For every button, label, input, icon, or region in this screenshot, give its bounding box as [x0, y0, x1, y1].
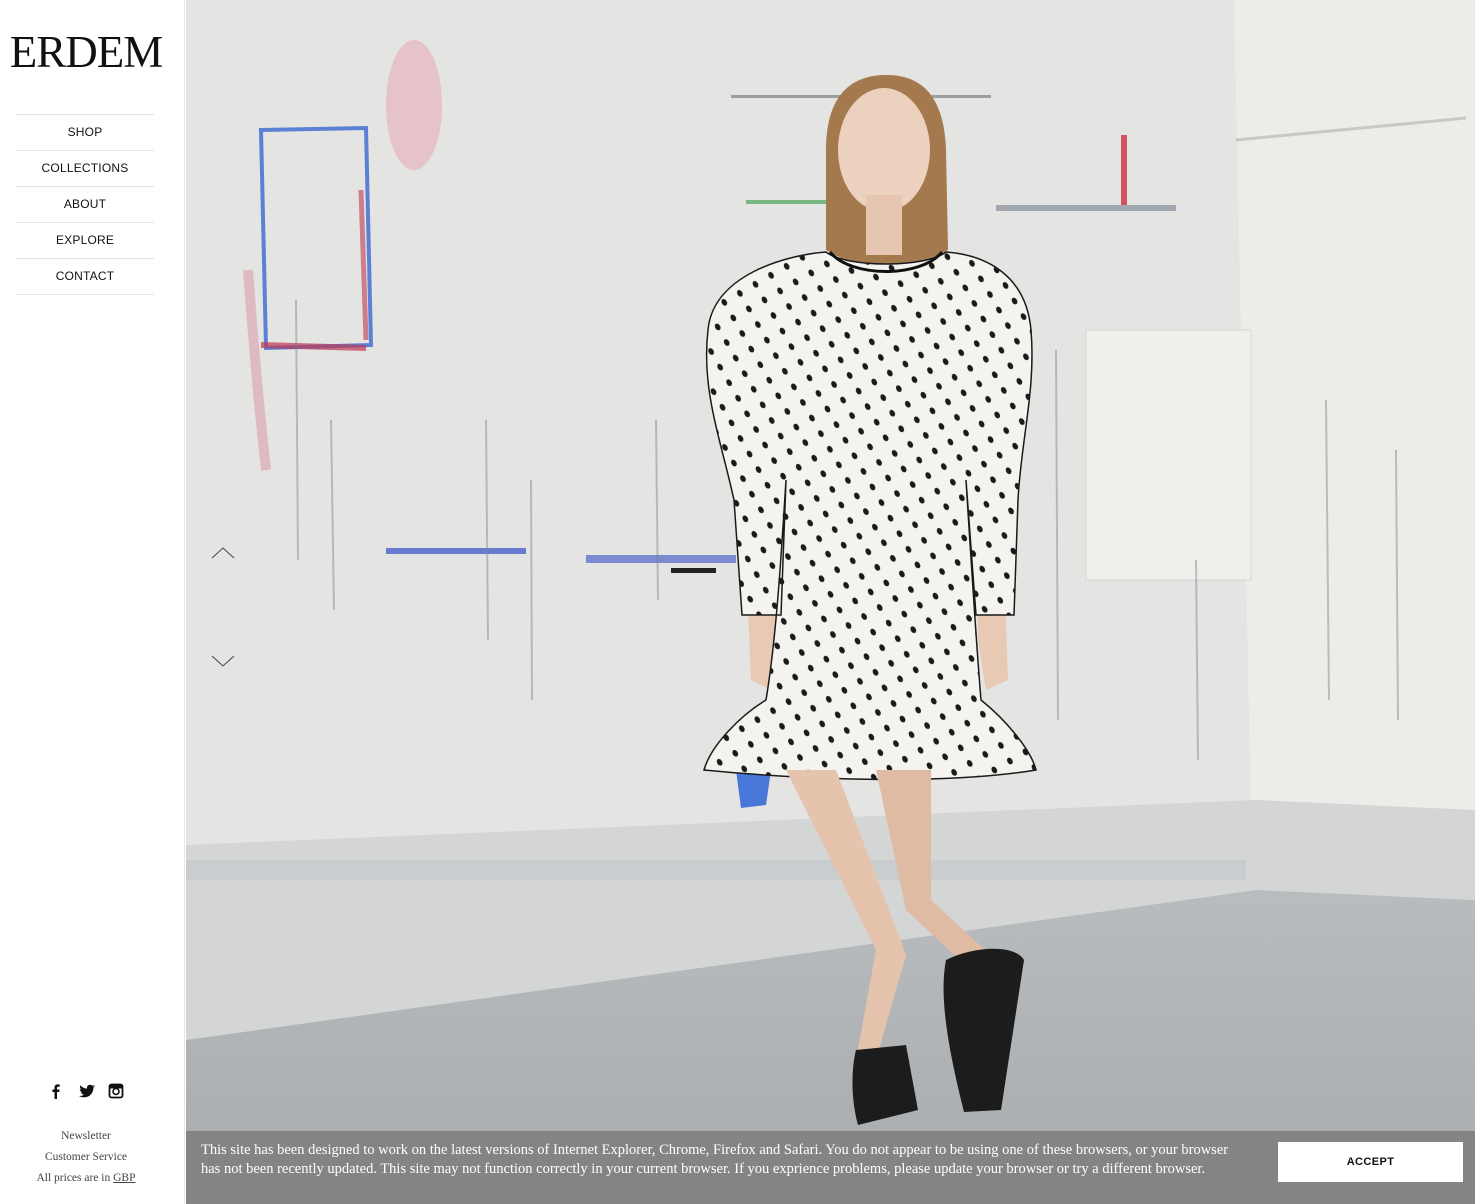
- chevron-down-icon[interactable]: [211, 654, 235, 668]
- nav-item-explore[interactable]: EXPLORE: [16, 223, 154, 259]
- nav-item-about[interactable]: ABOUT: [16, 187, 154, 223]
- hero-photo: [186, 0, 1475, 1204]
- accept-button[interactable]: ACCEPT: [1278, 1142, 1463, 1182]
- main-nav: SHOP COLLECTIONS ABOUT EXPLORE CONTACT: [16, 114, 154, 295]
- sidebar: ERDEM SHOP COLLECTIONS ABOUT EXPLORE CON…: [0, 0, 185, 1204]
- nav-item-collections[interactable]: COLLECTIONS: [16, 151, 154, 187]
- footer-links: Newsletter Customer Service All prices a…: [0, 1126, 172, 1189]
- newsletter-link[interactable]: Newsletter: [0, 1126, 172, 1147]
- currency-note: All prices are in GBP: [0, 1168, 172, 1189]
- twitter-icon[interactable]: [78, 1082, 95, 1100]
- chevron-up-icon[interactable]: [211, 546, 235, 560]
- facebook-icon[interactable]: [48, 1082, 64, 1100]
- nav-item-shop[interactable]: SHOP: [16, 115, 154, 151]
- currency-prefix: All prices are in: [36, 1172, 111, 1184]
- browser-warning-banner: This site has been designed to work on t…: [186, 1131, 1475, 1204]
- social-links: [0, 1082, 172, 1100]
- currency-selector[interactable]: GBP: [113, 1172, 135, 1184]
- browser-warning-text: This site has been designed to work on t…: [201, 1142, 1229, 1177]
- nav-item-contact[interactable]: CONTACT: [16, 259, 154, 295]
- instagram-icon[interactable]: [108, 1082, 124, 1100]
- brand-logo[interactable]: ERDEM: [0, 26, 172, 78]
- hero-image: [186, 0, 1475, 1204]
- customer-service-link[interactable]: Customer Service: [0, 1147, 172, 1168]
